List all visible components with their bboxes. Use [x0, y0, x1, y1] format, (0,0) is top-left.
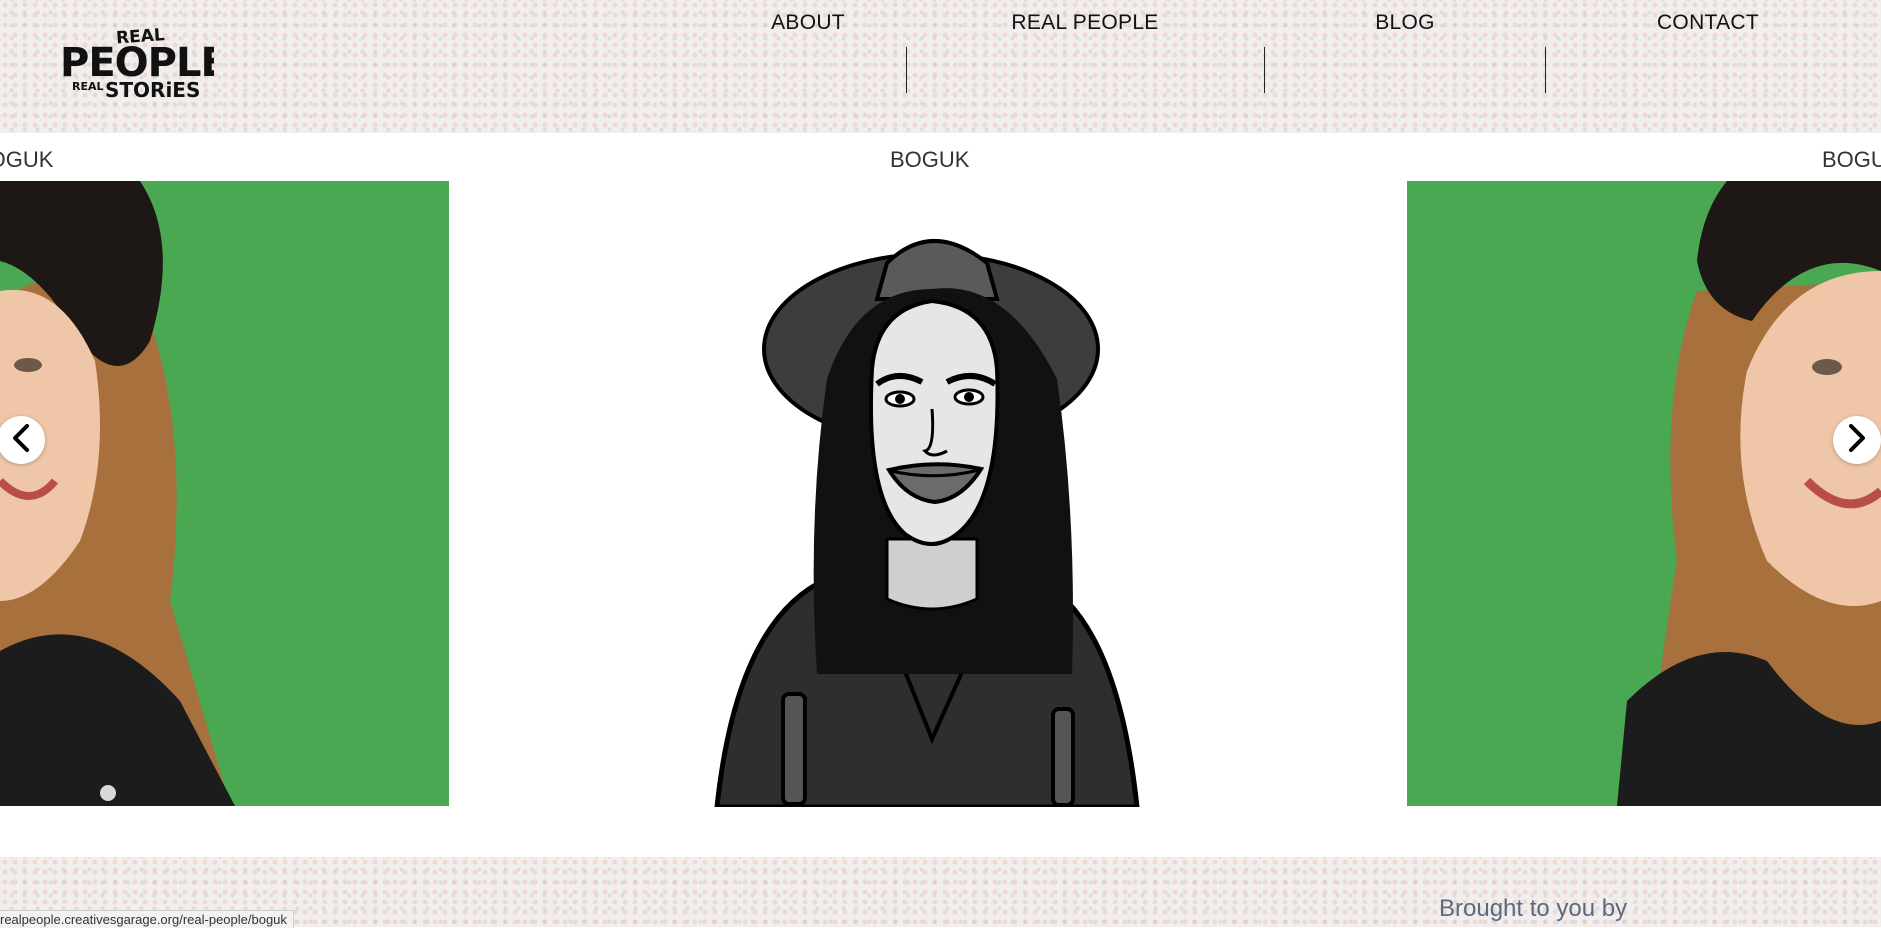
- nav-real-people[interactable]: REAL PEOPLE: [960, 0, 1210, 46]
- nav-blog[interactable]: BLOG: [1320, 0, 1490, 46]
- logo-real-small: REAL: [72, 80, 104, 93]
- slide-title-right[interactable]: BOGUK: [1822, 147, 1881, 173]
- site-header: REAL PEOPLE REAL STORiES ABOUT REAL PEOP…: [0, 0, 1881, 133]
- carousel-next-button[interactable]: [1833, 416, 1881, 464]
- slide-title-center[interactable]: BOGUK: [890, 147, 969, 173]
- nav-divider: [1264, 47, 1265, 93]
- nav-divider: [1545, 47, 1546, 93]
- browser-status-url: realpeople.creativesgarage.org/real-peop…: [0, 910, 294, 928]
- nav-about[interactable]: ABOUT: [700, 0, 916, 46]
- brought-to-you-by: Brought to you by: [1439, 895, 1628, 922]
- logo-stories: STORiES: [105, 78, 200, 102]
- nav-divider: [906, 47, 907, 93]
- chevron-right-icon: [1845, 423, 1869, 457]
- slide-title-left[interactable]: BOGUK: [0, 147, 53, 173]
- site-logo[interactable]: REAL PEOPLE REAL STORiES: [58, 24, 214, 102]
- boguk-illustration[interactable]: [677, 219, 1177, 810]
- chevron-left-icon: [9, 423, 33, 457]
- nav-contact[interactable]: CONTACT: [1600, 0, 1816, 46]
- slide-photo-left[interactable]: [0, 181, 449, 806]
- slide-photo-right[interactable]: [1407, 181, 1881, 806]
